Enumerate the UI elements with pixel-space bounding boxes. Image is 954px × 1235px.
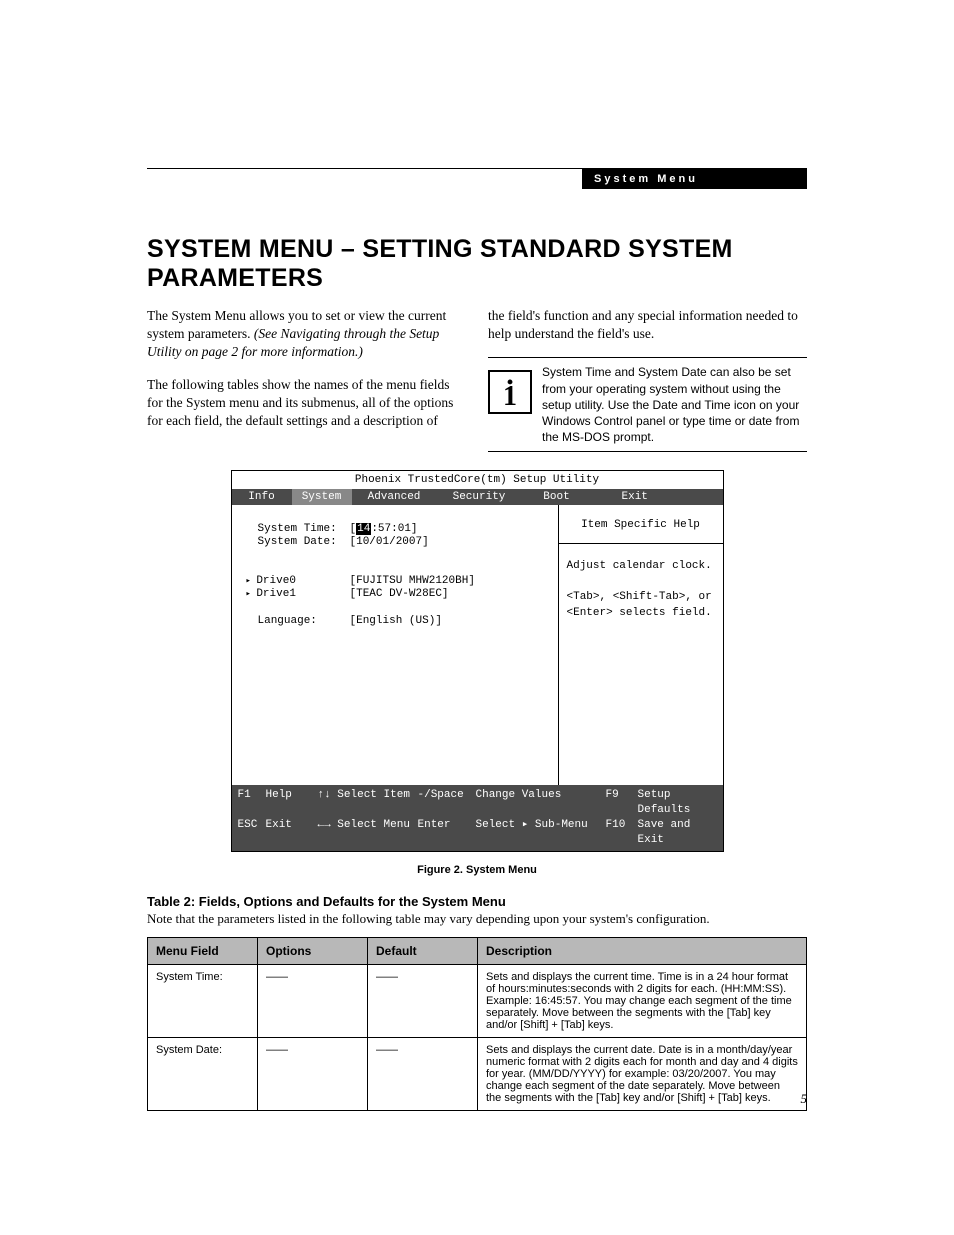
bf-exit: Exit — [266, 818, 318, 848]
bios-tab-system: System — [292, 489, 352, 505]
bios-tab-info: Info — [232, 489, 292, 505]
bios-drive0-label: Drive0 — [240, 575, 350, 587]
intro-para-1: The System Menu allows you to set or vie… — [147, 307, 466, 362]
cell-options: —— — [258, 1037, 368, 1110]
th-options: Options — [258, 937, 368, 964]
bf-select-item: ↑↓ Select Item — [318, 788, 418, 818]
bios-time-label: System Time: — [240, 523, 350, 535]
table-row: System Date: —— —— Sets and displays the… — [148, 1037, 807, 1110]
info-callout: 1 System Time and System Date can also b… — [488, 357, 807, 452]
bios-tab-boot: Boot — [522, 489, 592, 505]
header-bar: System Menu — [147, 168, 807, 189]
bf-change-values: Change Values — [476, 788, 606, 818]
bf-enter-key: Enter — [418, 818, 476, 848]
bf-submenu: Select ▸ Sub-Menu — [476, 818, 606, 848]
figure-caption: Figure 2. System Menu — [147, 864, 807, 876]
page-number: 5 — [801, 1091, 808, 1107]
bf-setup-defaults: Setup Defaults — [638, 788, 717, 818]
bios-tabs: Info System Advanced Security Boot Exit — [232, 489, 723, 505]
page-title: SYSTEM MENU – SETTING STANDARD SYSTEM PA… — [147, 235, 807, 293]
th-default: Default — [368, 937, 478, 964]
cell-field: System Time: — [148, 964, 258, 1037]
bios-lang-value: [English (US)] — [350, 615, 550, 627]
bios-footer: F1 Help ↑↓ Select Item -/Space Change Va… — [232, 785, 723, 850]
intro-para-3: the field's function and any special inf… — [488, 307, 807, 343]
bios-drive1-label: Drive1 — [240, 588, 350, 600]
bios-date-value: [10/01/2007] — [350, 536, 550, 548]
bios-right-panel: Item Specific Help Adjust calendar clock… — [558, 505, 723, 785]
cell-default: —— — [368, 1037, 478, 1110]
bios-date-label: System Date: — [240, 536, 350, 548]
bios-drive0-value: [FUJITSU MHW2120BH] — [350, 575, 550, 587]
th-field: Menu Field — [148, 937, 258, 964]
bios-tab-advanced: Advanced — [352, 489, 437, 505]
bf-esc-key: ESC — [238, 818, 266, 848]
bios-lang-label: Language: — [240, 615, 350, 627]
bios-title: Phoenix TrustedCore(tm) Setup Utility — [232, 471, 723, 489]
bf-f1-key: F1 — [238, 788, 266, 818]
intro-para-2: The following tables show the names of t… — [147, 376, 466, 431]
bios-help-line2: <Tab>, <Shift-Tab>, or <Enter> selects f… — [567, 589, 715, 622]
bf-select-menu: ←→ Select Menu — [318, 818, 418, 848]
bf-help: Help — [266, 788, 318, 818]
options-table: Menu Field Options Default Description S… — [147, 937, 807, 1111]
cell-desc: Sets and displays the current time. Time… — [478, 964, 807, 1037]
th-desc: Description — [478, 937, 807, 964]
bios-tab-security: Security — [437, 489, 522, 505]
bios-drive1-value: [TEAC DV-W28EC] — [350, 588, 550, 600]
cell-options: —— — [258, 964, 368, 1037]
bf-space-key: -/Space — [418, 788, 476, 818]
table-row: System Time: —— —— Sets and displays the… — [148, 964, 807, 1037]
info-text: System Time and System Date can also be … — [542, 364, 807, 445]
bf-save-exit: Save and Exit — [638, 818, 717, 848]
info-icon: 1 — [488, 370, 532, 414]
header-label: System Menu — [582, 169, 807, 189]
cell-field: System Date: — [148, 1037, 258, 1110]
bios-time-value: [14:57:01] — [350, 523, 550, 535]
cell-desc: Sets and displays the current date. Date… — [478, 1037, 807, 1110]
table-note: Note that the parameters listed in the f… — [147, 911, 807, 927]
bios-help-header: Item Specific Help — [559, 505, 723, 544]
bios-help-line1: Adjust calendar clock. — [567, 558, 715, 575]
bios-left-panel: System Time: [14:57:01] System Date: [10… — [232, 505, 558, 785]
bf-f10-key: F10 — [606, 818, 638, 848]
bios-screenshot: Phoenix TrustedCore(tm) Setup Utility In… — [231, 470, 724, 851]
bf-f9-key: F9 — [606, 788, 638, 818]
cell-default: —— — [368, 964, 478, 1037]
table-title: Table 2: Fields, Options and Defaults fo… — [147, 894, 807, 909]
bios-tab-exit: Exit — [592, 489, 723, 505]
